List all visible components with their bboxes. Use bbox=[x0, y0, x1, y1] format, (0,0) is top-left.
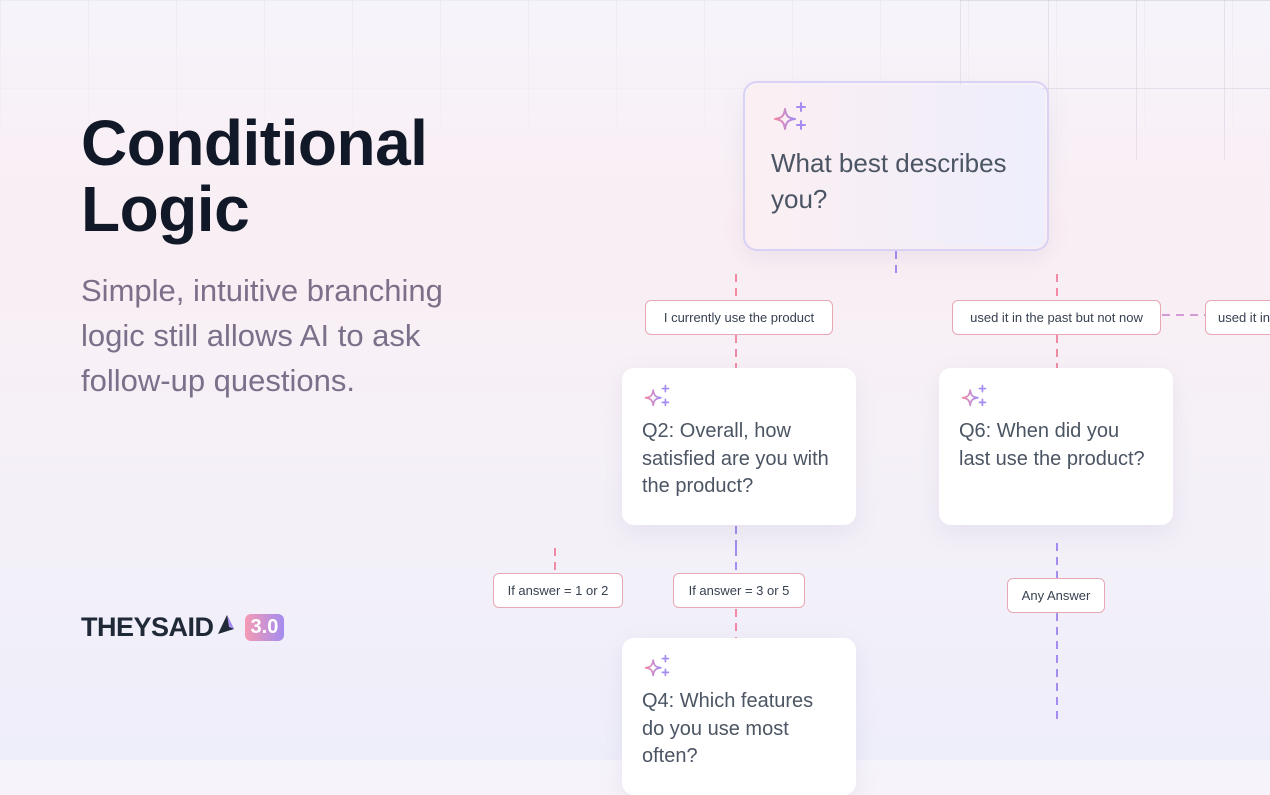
branch-past-user[interactable]: used it in the past but not now bbox=[952, 300, 1161, 335]
question-text-q2: Q2: Overall, how satisfied are you with … bbox=[642, 420, 829, 497]
question-card-q6[interactable]: Q6: When did you last use the product? bbox=[939, 368, 1173, 525]
ai-sparkle-icon bbox=[644, 384, 670, 407]
branch-current-user[interactable]: I currently use the product bbox=[645, 300, 833, 335]
ai-sparkle-icon bbox=[774, 102, 806, 130]
ai-sparkle-icon bbox=[961, 384, 987, 407]
ai-sparkle-icon bbox=[644, 654, 670, 677]
root-question-card[interactable]: What best describes you? bbox=[745, 83, 1047, 249]
condition-answer-1-or-2[interactable]: If answer = 1 or 2 bbox=[493, 573, 623, 608]
condition-any-answer[interactable]: Any Answer bbox=[1007, 578, 1105, 613]
question-text-q6: Q6: When did you last use the product? bbox=[959, 420, 1145, 470]
condition-answer-3-or-5[interactable]: If answer = 3 or 5 bbox=[673, 573, 805, 608]
question-card-q2[interactable]: Q2: Overall, how satisfied are you with … bbox=[622, 368, 856, 525]
branch-third-partial[interactable]: used it in bbox=[1205, 300, 1270, 335]
question-card-q4[interactable]: Q4: Which features do you use most often… bbox=[622, 638, 856, 795]
root-question-text: What best describes you? bbox=[771, 148, 1007, 214]
question-text-q4: Q4: Which features do you use most often… bbox=[642, 690, 814, 767]
